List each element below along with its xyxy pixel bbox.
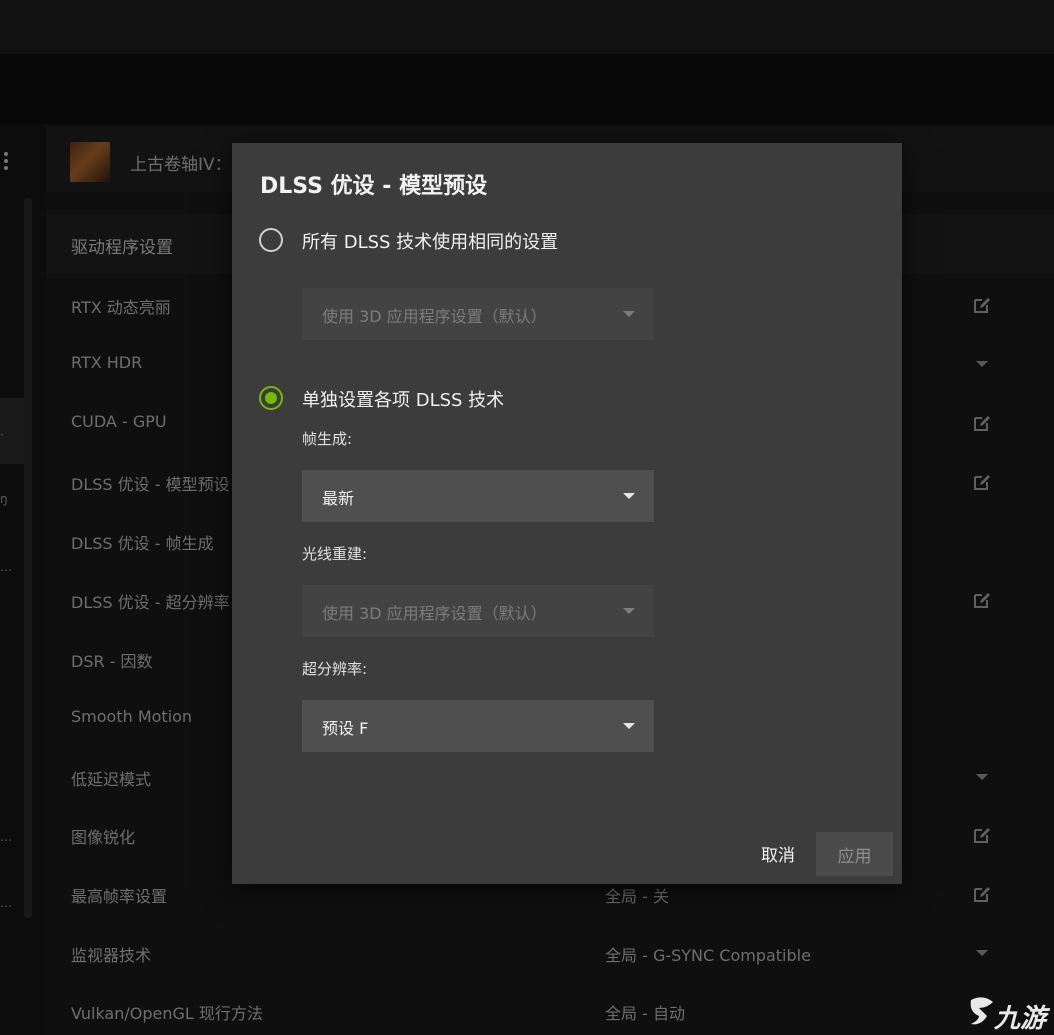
ray-recon-select: 使用 3D 应用程序设置（默认） — [302, 585, 654, 637]
radio-all-dlss-label[interactable]: 所有 DLSS 技术使用相同的设置 — [302, 228, 558, 254]
chevron-down-icon — [623, 608, 635, 614]
chevron-down-icon — [623, 723, 635, 729]
frame-gen-select[interactable]: 最新 — [302, 470, 654, 522]
radio-each-dlss[interactable] — [259, 386, 283, 410]
apply-button[interactable]: 应用 — [816, 832, 893, 876]
frame-gen-label: 帧生成: — [302, 430, 353, 448]
select-value: 使用 3D 应用程序设置（默认） — [322, 307, 547, 326]
chevron-down-icon — [623, 311, 635, 317]
select-value: 最新 — [322, 489, 355, 508]
all-dlss-select: 使用 3D 应用程序设置（默认） — [302, 288, 654, 340]
select-value: 使用 3D 应用程序设置（默认） — [322, 604, 547, 623]
dialog-title: DLSS 优设 - 模型预设 — [260, 174, 488, 199]
ray-recon-label: 光线重建: — [302, 545, 368, 563]
watermark-text: 九游 — [994, 1004, 1047, 1034]
chevron-down-icon — [623, 493, 635, 499]
select-value: 预设 F — [322, 719, 369, 738]
super-res-select[interactable]: 预设 F — [302, 700, 654, 752]
super-res-label: 超分辨率: — [302, 660, 368, 678]
dlss-preset-dialog: DLSS 优设 - 模型预设 所有 DLSS 技术使用相同的设置 使用 3D 应… — [232, 143, 902, 884]
radio-all-dlss[interactable] — [259, 228, 283, 252]
cancel-button[interactable]: 取消 — [737, 833, 819, 873]
radio-each-dlss-label[interactable]: 单独设置各项 DLSS 技术 — [302, 386, 504, 412]
